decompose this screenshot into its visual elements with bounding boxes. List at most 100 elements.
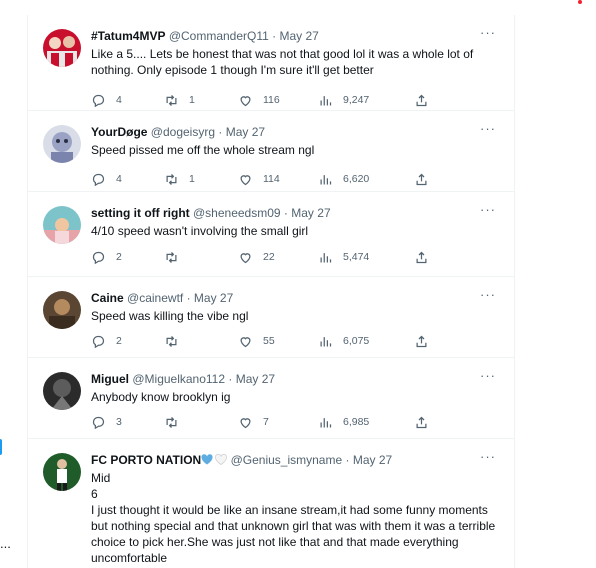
reply-button[interactable]: 4	[91, 91, 122, 109]
retweet-icon	[166, 173, 177, 185]
timestamp[interactable]: May 27	[194, 291, 233, 305]
display-name[interactable]: FC PORTO NATION	[91, 453, 201, 467]
share-button[interactable]	[414, 170, 429, 188]
handle[interactable]: @dogeisyrg	[151, 125, 215, 139]
reply-button[interactable]: 2	[91, 248, 122, 266]
reply-button[interactable]: 4	[91, 170, 122, 188]
avatar[interactable]	[43, 453, 81, 491]
tweet-header: setting it off right @sheneedsm09 · May …	[91, 205, 331, 221]
views-button[interactable]: 6,985	[318, 413, 369, 431]
timestamp[interactable]: May 27	[353, 453, 392, 467]
action-bar: 4 1 116 9,247	[91, 91, 491, 109]
reply-count: 2	[116, 251, 122, 263]
like-button[interactable]: 55	[238, 332, 275, 350]
more-icon[interactable]: ···	[478, 121, 498, 137]
display-name[interactable]: Miguel	[91, 372, 129, 386]
like-count: 55	[263, 335, 275, 347]
handle[interactable]: @Genius_ismyname	[231, 453, 343, 467]
retweet-button[interactable]: 1	[164, 170, 195, 188]
more-icon[interactable]: ···	[478, 287, 498, 303]
more-icon[interactable]: ···	[478, 202, 498, 218]
separator: ·	[272, 29, 277, 43]
like-icon	[240, 336, 251, 347]
reply-icon	[92, 416, 105, 429]
handle[interactable]: @Miguelkano112	[132, 372, 225, 386]
tweet[interactable]: Caine @cainewtf · May 27 ··· Speed was k…	[28, 277, 514, 358]
views-button[interactable]: 5,474	[318, 248, 369, 266]
share-button[interactable]	[414, 332, 429, 350]
tweet-header: FC PORTO NATION @Genius_ismyname · May 2…	[91, 452, 392, 468]
handle[interactable]: @sheneedsm09	[193, 206, 281, 220]
avatar[interactable]	[43, 291, 81, 329]
handle[interactable]: @CommanderQ11	[169, 29, 269, 43]
share-button[interactable]	[414, 413, 429, 431]
timestamp[interactable]: May 27	[226, 125, 265, 139]
retweet-button[interactable]	[164, 413, 189, 431]
retweet-button[interactable]	[164, 248, 189, 266]
retweet-button[interactable]: 1	[164, 91, 195, 109]
separator: ·	[186, 291, 191, 305]
tweet[interactable]: setting it off right @sheneedsm09 · May …	[28, 192, 514, 277]
display-name[interactable]: Caine	[91, 291, 124, 305]
tweet[interactable]: Miguel @Miguelkano112 · May 27 ··· Anybo…	[28, 358, 514, 439]
display-name[interactable]: YourDøge	[91, 125, 147, 139]
white-heart-emoji	[215, 453, 228, 465]
separator: ·	[283, 206, 288, 220]
tweet[interactable]: YourDøge @dogeisyrg · May 27 ··· Speed p…	[28, 111, 514, 192]
display-name[interactable]: setting it off right	[91, 206, 190, 220]
like-button[interactable]: 7	[238, 413, 269, 431]
separator: ·	[228, 372, 233, 386]
avatar[interactable]	[43, 372, 81, 410]
tweet[interactable]: FC PORTO NATION @Genius_ismyname · May 2…	[28, 439, 514, 568]
like-button[interactable]: 116	[238, 91, 280, 109]
like-icon	[240, 95, 251, 106]
tweet-header: Miguel @Miguelkano112 · May 27	[91, 371, 275, 387]
action-bar: 3 7 6,985	[91, 413, 491, 431]
views-icon	[320, 95, 332, 105]
view-count: 5,474	[343, 251, 370, 263]
separator: ·	[218, 125, 223, 139]
tweet-text: Like a 5.... Lets be honest that was not…	[91, 47, 474, 77]
reply-button[interactable]: 2	[91, 332, 122, 350]
avatar[interactable]	[43, 125, 81, 163]
retweet-button[interactable]	[164, 332, 189, 350]
like-count: 7	[263, 416, 269, 428]
offscreen-more-icon[interactable]: ...	[0, 536, 11, 551]
tweet[interactable]: #Tatum4MVP @CommanderQ11 · May 27 ··· Li…	[28, 15, 514, 111]
views-button[interactable]: 9,247	[318, 91, 369, 109]
tweet-text: Speed was killing the vibe ngl	[91, 309, 249, 323]
like-count: 114	[263, 173, 280, 185]
views-icon	[320, 417, 332, 427]
views-button[interactable]: 6,620	[318, 170, 369, 188]
retweet-icon	[166, 335, 177, 347]
like-button[interactable]: 114	[238, 170, 280, 188]
display-name[interactable]: #Tatum4MVP	[91, 29, 165, 43]
reply-icon	[92, 335, 105, 348]
separator: ·	[345, 453, 350, 467]
share-button[interactable]	[414, 248, 429, 266]
action-bar: 2 55 6,075	[91, 332, 491, 350]
avatar[interactable]	[43, 29, 81, 67]
views-icon	[320, 252, 332, 262]
more-icon[interactable]: ···	[478, 449, 498, 465]
more-icon[interactable]: ···	[478, 368, 498, 384]
retweet-icon	[166, 416, 177, 428]
reply-count: 3	[116, 416, 122, 428]
share-icon	[416, 94, 427, 106]
more-icon[interactable]: ···	[478, 25, 498, 41]
blue-heart-emoji	[201, 454, 213, 465]
timestamp[interactable]: May 27	[280, 29, 319, 43]
tweet-text: Mid 6 I just thought it would be like an…	[91, 471, 496, 565]
timestamp[interactable]: May 27	[291, 206, 330, 220]
reply-button[interactable]: 3	[91, 413, 122, 431]
timestamp[interactable]: May 27	[236, 372, 275, 386]
handle[interactable]: @cainewtf	[127, 291, 183, 305]
share-icon	[416, 416, 427, 428]
avatar[interactable]	[43, 206, 81, 244]
view-count: 9,247	[343, 94, 370, 106]
like-button[interactable]: 22	[238, 248, 275, 266]
view-count: 6,985	[343, 416, 370, 428]
share-button[interactable]	[414, 91, 429, 109]
views-button[interactable]: 6,075	[318, 332, 369, 350]
like-icon	[240, 252, 251, 263]
